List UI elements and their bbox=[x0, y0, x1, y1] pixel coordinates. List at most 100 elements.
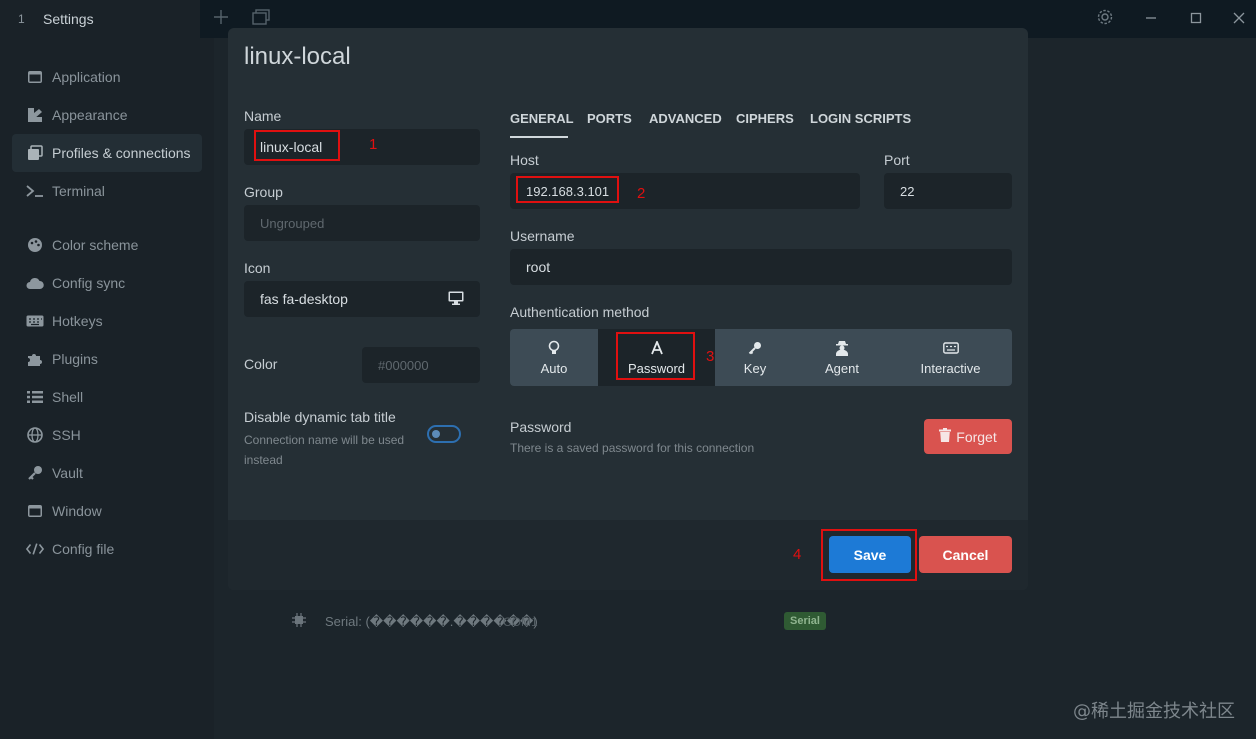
sidebar-item-label: Hotkeys bbox=[52, 313, 103, 329]
settings-tab[interactable]: Settings bbox=[43, 11, 94, 27]
dialog-title: linux-local bbox=[244, 43, 351, 70]
dynamic-title-hint: Connection name will be used instead bbox=[244, 433, 405, 467]
sidebar-item-application[interactable]: Application bbox=[12, 58, 202, 96]
palette-icon bbox=[26, 236, 44, 254]
annotation-number-3: 3 bbox=[706, 348, 715, 365]
toggle-knob bbox=[432, 430, 440, 438]
sidebar-item-color-scheme[interactable]: Color scheme bbox=[12, 226, 202, 264]
keyboard-icon bbox=[942, 339, 959, 357]
sidebar-item-appearance[interactable]: Appearance bbox=[12, 96, 202, 134]
sidebar-item-vault[interactable]: Vault bbox=[12, 454, 202, 492]
sidebar-item-label: Vault bbox=[52, 465, 83, 481]
application-window-icon bbox=[26, 68, 44, 86]
sidebar-item-hotkeys[interactable]: Hotkeys bbox=[12, 302, 202, 340]
group-placeholder: Ungrouped bbox=[260, 215, 325, 231]
tab-advanced[interactable]: ADVANCED bbox=[649, 111, 722, 126]
auth-auto-button[interactable]: Auto bbox=[510, 329, 598, 386]
serial-port: COM1 bbox=[503, 615, 538, 629]
auth-key-label: Key bbox=[743, 361, 767, 376]
port-input[interactable]: 22 bbox=[884, 173, 1012, 209]
list-icon bbox=[26, 388, 44, 406]
auth-method-group: Auto Password Key Agent Interactive bbox=[510, 329, 1012, 386]
sidebar-item-label: Profiles & connections bbox=[52, 145, 191, 161]
sidebar-item-config-sync[interactable]: Config sync bbox=[12, 264, 202, 302]
password-hint: There is a saved password for this conne… bbox=[510, 441, 755, 455]
annotation-box-2 bbox=[516, 176, 619, 203]
edit-profile-dialog: linux-local Name linux-local 1 Group Ung… bbox=[228, 28, 1028, 590]
chip-icon bbox=[292, 613, 306, 630]
dynamic-title-toggle[interactable] bbox=[427, 425, 461, 443]
watermark: @稀土掘金技术社区 bbox=[1073, 701, 1235, 722]
sidebar-item-label: Config file bbox=[52, 541, 115, 557]
icon-label: Icon bbox=[244, 260, 271, 276]
sidebar-item-terminal[interactable]: Terminal bbox=[12, 172, 202, 210]
close-icon[interactable] bbox=[1228, 8, 1250, 30]
sidebar-item-window[interactable]: Window bbox=[12, 492, 202, 530]
sidebar-item-ssh[interactable]: SSH bbox=[12, 416, 202, 454]
trash-icon bbox=[939, 428, 952, 445]
auth-interactive-button[interactable]: Interactive bbox=[889, 329, 1012, 386]
keyboard-icon bbox=[26, 312, 44, 330]
sidebar-item-label: SSH bbox=[52, 427, 81, 443]
tab-number: 1 bbox=[18, 12, 25, 26]
auth-agent-button[interactable]: Agent bbox=[795, 329, 889, 386]
new-tab-icon[interactable] bbox=[210, 8, 232, 30]
sidebar-item-profiles[interactable]: Profiles & connections bbox=[12, 134, 202, 172]
sidebar-item-label: Terminal bbox=[52, 183, 105, 199]
auth-key-button[interactable]: Key bbox=[715, 329, 795, 386]
group-input[interactable]: Ungrouped bbox=[244, 205, 480, 241]
lightbulb-icon bbox=[548, 339, 560, 357]
forget-label: Forget bbox=[956, 428, 997, 445]
profiles-menu-icon[interactable] bbox=[250, 8, 272, 30]
auth-auto-label: Auto bbox=[540, 361, 568, 376]
sidebar-item-config-file[interactable]: Config file bbox=[12, 530, 202, 568]
profile-list-item-serial[interactable]: Serial: (������.������) COM1 Serial bbox=[240, 600, 1030, 644]
annotation-number-4: 4 bbox=[793, 546, 802, 563]
settings-gear-icon[interactable] bbox=[1094, 8, 1116, 30]
icon-input[interactable]: fas fa-desktop bbox=[244, 281, 480, 317]
icon-value: fas fa-desktop bbox=[260, 291, 348, 307]
tab-ports[interactable]: PORTS bbox=[587, 111, 632, 126]
forget-button[interactable]: Forget bbox=[924, 419, 1012, 454]
terminal-icon bbox=[26, 182, 44, 200]
dynamic-title-label: Disable dynamic tab title bbox=[244, 409, 396, 425]
annotation-number-2: 2 bbox=[637, 185, 646, 202]
desktop-icon bbox=[448, 291, 464, 308]
tab-login-scripts[interactable]: LOGIN SCRIPTS bbox=[810, 111, 911, 126]
sidebar-item-plugins[interactable]: Plugins bbox=[12, 340, 202, 378]
color-input[interactable]: #000000 bbox=[362, 347, 480, 383]
sidebar-item-shell[interactable]: Shell bbox=[12, 378, 202, 416]
active-tab-indicator bbox=[510, 136, 568, 138]
sidebar-item-label: Appearance bbox=[52, 107, 128, 123]
annotation-box-3 bbox=[616, 332, 695, 380]
auth-method-label: Authentication method bbox=[510, 304, 650, 320]
name-label: Name bbox=[244, 108, 282, 124]
window-icon bbox=[26, 502, 44, 520]
globe-icon bbox=[26, 426, 44, 444]
sidebar-item-label: Color scheme bbox=[52, 237, 139, 253]
sidebar-item-label: Application bbox=[52, 69, 121, 85]
puzzle-icon bbox=[26, 350, 44, 368]
annotation-number-1: 1 bbox=[369, 136, 378, 153]
auth-interactive-label: Interactive bbox=[920, 361, 981, 376]
tab-ciphers[interactable]: CIPHERS bbox=[736, 111, 794, 126]
username-input[interactable]: root bbox=[510, 249, 1012, 285]
minimize-icon[interactable] bbox=[1140, 8, 1162, 30]
port-label: Port bbox=[884, 152, 910, 168]
username-value: root bbox=[526, 259, 551, 275]
cancel-button[interactable]: Cancel bbox=[919, 536, 1012, 573]
save-button[interactable]: Save bbox=[829, 536, 911, 573]
color-label: Color bbox=[244, 356, 278, 372]
cloud-icon bbox=[26, 274, 44, 292]
maximize-icon[interactable] bbox=[1185, 8, 1207, 30]
tab-general[interactable]: GENERAL bbox=[510, 111, 574, 126]
host-label: Host bbox=[510, 152, 539, 168]
group-label: Group bbox=[244, 184, 283, 200]
color-placeholder: #000000 bbox=[378, 357, 429, 373]
profile-type-badge: Serial bbox=[784, 612, 826, 630]
key-icon bbox=[26, 464, 44, 482]
profiles-icon bbox=[26, 144, 44, 162]
sidebar-item-label: Window bbox=[52, 503, 102, 519]
username-label: Username bbox=[510, 228, 575, 244]
sidebar-item-label: Shell bbox=[52, 389, 84, 405]
